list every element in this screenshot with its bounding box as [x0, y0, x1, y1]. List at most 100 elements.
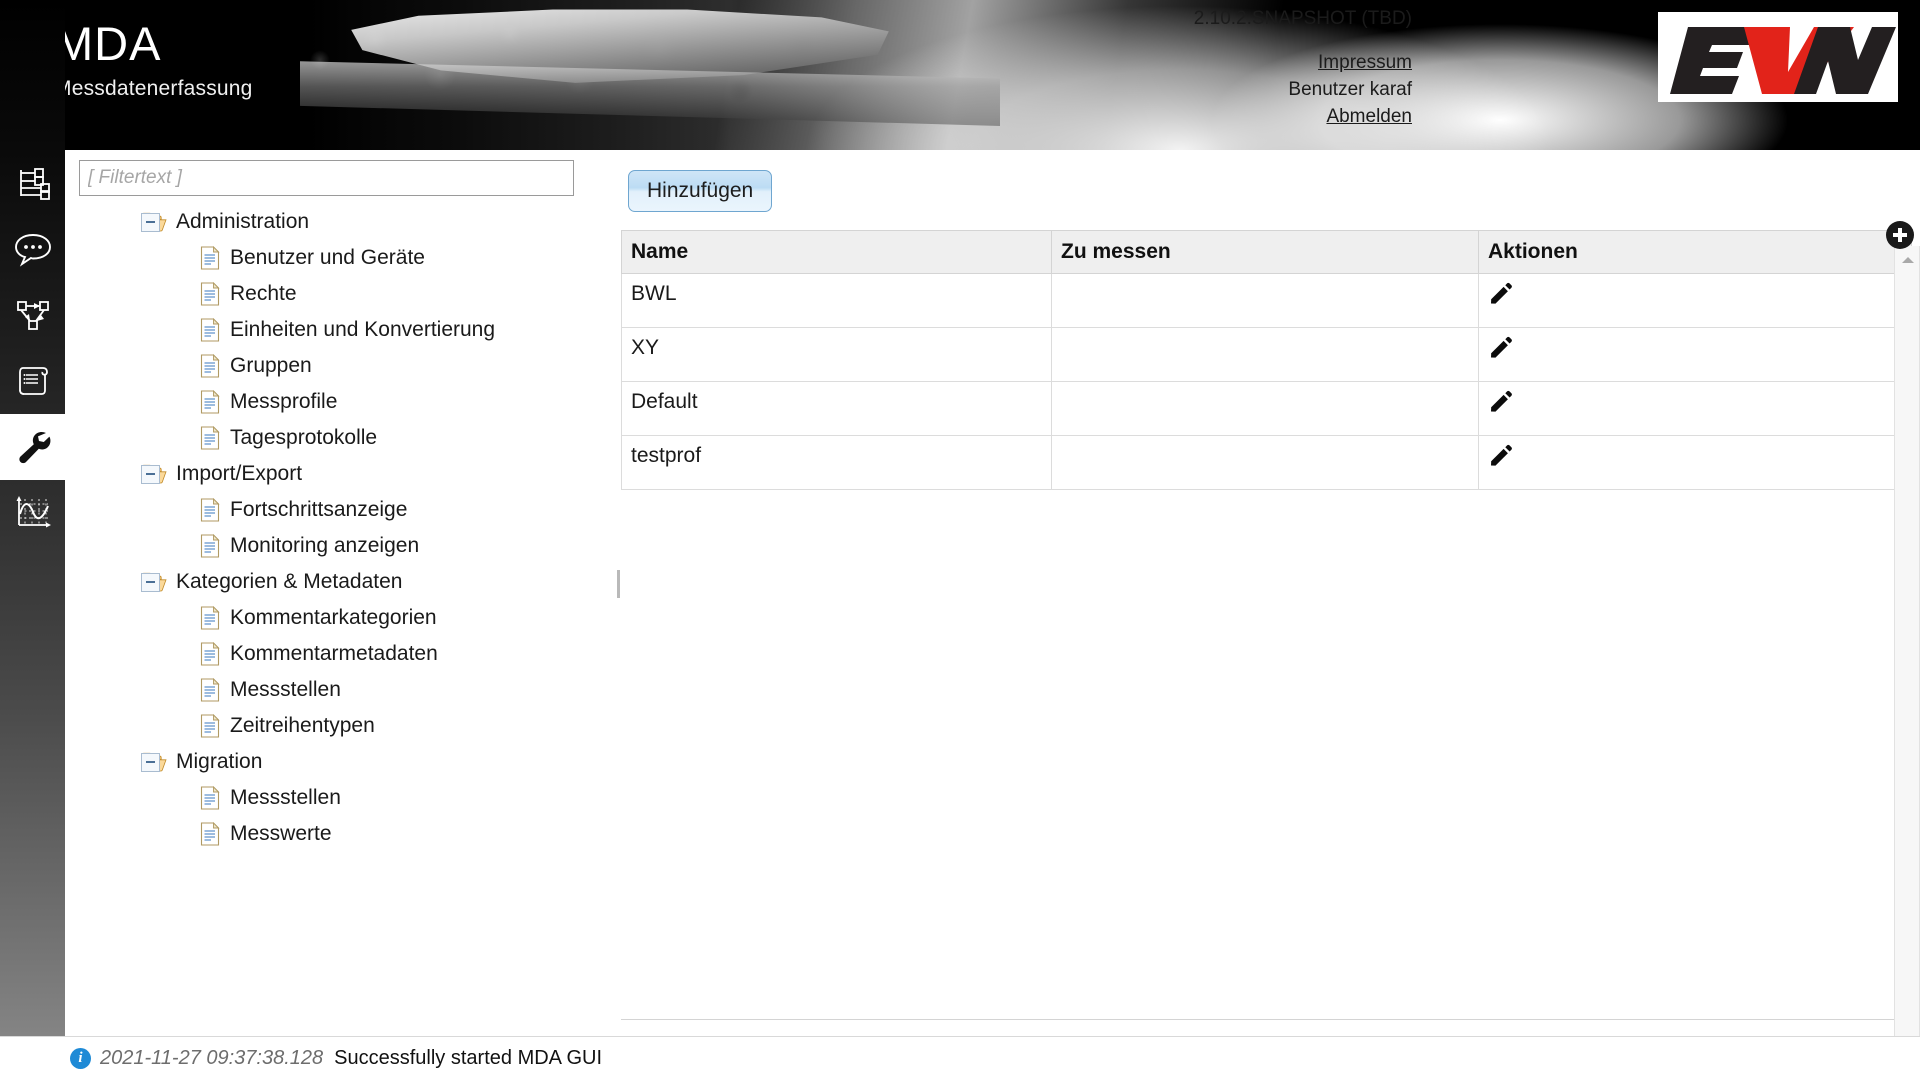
table-body: BWL XY Default testprof	[621, 273, 1912, 490]
tree-item-messwerte[interactable]: Messwerte	[65, 816, 620, 852]
cell-zu-messen	[1051, 381, 1479, 436]
comment-bubble-icon	[14, 234, 51, 267]
tree-folder-administration[interactable]: Administration	[65, 204, 620, 240]
chevron-up-icon	[1902, 257, 1914, 263]
tree-node-label: Administration	[176, 210, 310, 233]
brand: MDA Messdatenerfassung	[54, 20, 253, 101]
document-icon	[200, 714, 220, 738]
tree-node-label: Kommentarmetadaten	[230, 642, 438, 665]
cell-aktionen	[1478, 273, 1912, 328]
tree-item-einheiten-und-konvertierung[interactable]: Einheiten und Konvertierung	[65, 312, 620, 348]
tree-node-label: Zeitreihentypen	[230, 714, 375, 737]
table-header-row: Name Zu messen Aktionen	[621, 230, 1912, 274]
impressum-link[interactable]: Impressum	[1288, 50, 1412, 77]
tree-node-label: Migration	[176, 750, 263, 773]
version-label: 2.10.2.SNAPSHOT (TBD)	[1193, 8, 1412, 29]
cell-aktionen	[1478, 327, 1912, 382]
cell-zu-messen	[1051, 435, 1479, 490]
logout-link[interactable]: Abmelden	[1288, 104, 1412, 131]
plus-circle-icon[interactable]	[1886, 221, 1914, 249]
data-table-container: Name Zu messen Aktionen BWL XY Default test…	[620, 230, 1912, 1020]
measurement-profiles-table: Name Zu messen Aktionen BWL XY Default test…	[621, 230, 1912, 490]
evn-logo	[1658, 12, 1898, 102]
document-icon	[200, 426, 220, 450]
panel-splitter[interactable]	[615, 150, 621, 1062]
tree-collapse-toggle[interactable]	[141, 212, 160, 232]
document-icon	[200, 498, 220, 522]
tree-folder-kategorien-metadaten[interactable]: Kategorien & Metadaten	[65, 564, 620, 600]
edit-pencil-icon[interactable]	[1488, 336, 1514, 362]
edit-pencil-icon[interactable]	[1488, 390, 1514, 416]
tree-folder-import-export[interactable]: Import/Export	[65, 456, 620, 492]
table-row[interactable]: BWL	[621, 273, 1912, 328]
add-button[interactable]: Hinzufügen	[628, 170, 773, 212]
status-timestamp: 2021-11-27 09:37:38.128	[100, 1047, 324, 1069]
tree-item-zeitreihentypen[interactable]: Zeitreihentypen	[65, 708, 620, 744]
header-links: Impressum Benutzer karaf Abmelden	[1288, 50, 1412, 131]
edit-pencil-icon[interactable]	[1488, 282, 1514, 308]
tree-item-messprofile[interactable]: Messprofile	[65, 384, 620, 420]
tree-node-label: Kommentarkategorien	[230, 606, 437, 629]
column-header-zu-messen[interactable]: Zu messen	[1051, 230, 1479, 274]
tree-node-label: Rechte	[230, 282, 297, 305]
tree-item-gruppen[interactable]: Gruppen	[65, 348, 620, 384]
rail-item-hierarchy[interactable]	[0, 150, 65, 216]
tree-item-tagesprotokolle[interactable]: Tagesprotokolle	[65, 420, 620, 456]
scroll-up-arrow[interactable]	[1895, 250, 1920, 270]
tree-item-fortschrittsanzeige[interactable]: Fortschrittsanzeige	[65, 492, 620, 528]
tree-item-kommentarkategorien[interactable]: Kommentarkategorien	[65, 600, 620, 636]
tree-filter-input[interactable]	[79, 160, 574, 196]
document-icon	[200, 534, 220, 558]
rail-item-comments[interactable]	[0, 216, 65, 282]
info-icon: i	[70, 1048, 91, 1069]
tree-item-messstellen[interactable]: Messstellen	[65, 780, 620, 816]
rail-item-protocols[interactable]	[0, 348, 65, 414]
vertical-scrollbar[interactable]	[1894, 246, 1920, 1080]
tree-node-label: Gruppen	[230, 354, 312, 377]
tree-node-label: Import/Export	[176, 462, 303, 485]
rail-item-administration[interactable]	[0, 414, 65, 480]
cell-aktionen	[1478, 435, 1912, 490]
wrench-icon	[18, 431, 50, 464]
header-background-photo	[0, 0, 1920, 150]
workflow-graph-icon	[16, 301, 49, 330]
tree-node-label: Fortschrittsanzeige	[230, 498, 408, 521]
tree-collapse-toggle[interactable]	[141, 572, 160, 592]
tree-collapse-toggle[interactable]	[141, 464, 160, 484]
table-row[interactable]: Default	[621, 381, 1912, 436]
document-icon	[200, 318, 220, 342]
navigation-tree: Administration Benutzer und Geräte Rechte E…	[65, 204, 620, 852]
table-row[interactable]: testprof	[621, 435, 1912, 490]
cell-zu-messen	[1051, 327, 1479, 382]
cell-name: BWL	[621, 273, 1052, 328]
document-icon	[200, 786, 220, 810]
tree-folder-migration[interactable]: Migration	[65, 744, 620, 780]
rail-spacer	[0, 0, 65, 150]
chart-curve-icon	[16, 496, 51, 528]
tree-item-rechte[interactable]: Rechte	[65, 276, 620, 312]
rail-item-workflow[interactable]	[0, 282, 65, 348]
app-title: MDA	[54, 17, 162, 70]
tree-item-kommentarmetadaten[interactable]: Kommentarmetadaten	[65, 636, 620, 672]
table-row[interactable]: XY	[621, 327, 1912, 382]
application-window: MDA Messdatenerfassung 2.10.2.SNAPSHOT (…	[0, 0, 1920, 1080]
tree-item-monitoring-anzeigen[interactable]: Monitoring anzeigen	[65, 528, 620, 564]
edit-pencil-icon[interactable]	[1488, 444, 1514, 470]
tree-item-messstellen[interactable]: Messstellen	[65, 672, 620, 708]
main-content: Hinzufügen Name Zu messen Aktionen BWL XY…	[620, 150, 1920, 1080]
tree-node-label: Tagesprotokolle	[230, 426, 378, 449]
column-header-aktionen[interactable]: Aktionen	[1478, 230, 1912, 274]
scroll-document-icon	[18, 367, 48, 395]
cell-name: Default	[621, 381, 1052, 436]
rail-item-charts[interactable]	[0, 480, 65, 546]
status-bar: i 2021-11-27 09:37:38.128 Successfully s…	[0, 1036, 1920, 1080]
tree-item-benutzer-und-ger-te[interactable]: Benutzer und Geräte	[65, 240, 620, 276]
document-icon	[200, 642, 220, 666]
tree-node-label: Monitoring anzeigen	[230, 534, 420, 557]
tree-collapse-toggle[interactable]	[141, 752, 160, 772]
document-icon	[200, 678, 220, 702]
tree-node-label: Messstellen	[230, 786, 341, 809]
column-header-name[interactable]: Name	[621, 230, 1052, 274]
current-user-label: Benutzer karaf	[1288, 78, 1412, 100]
document-icon	[200, 282, 220, 306]
